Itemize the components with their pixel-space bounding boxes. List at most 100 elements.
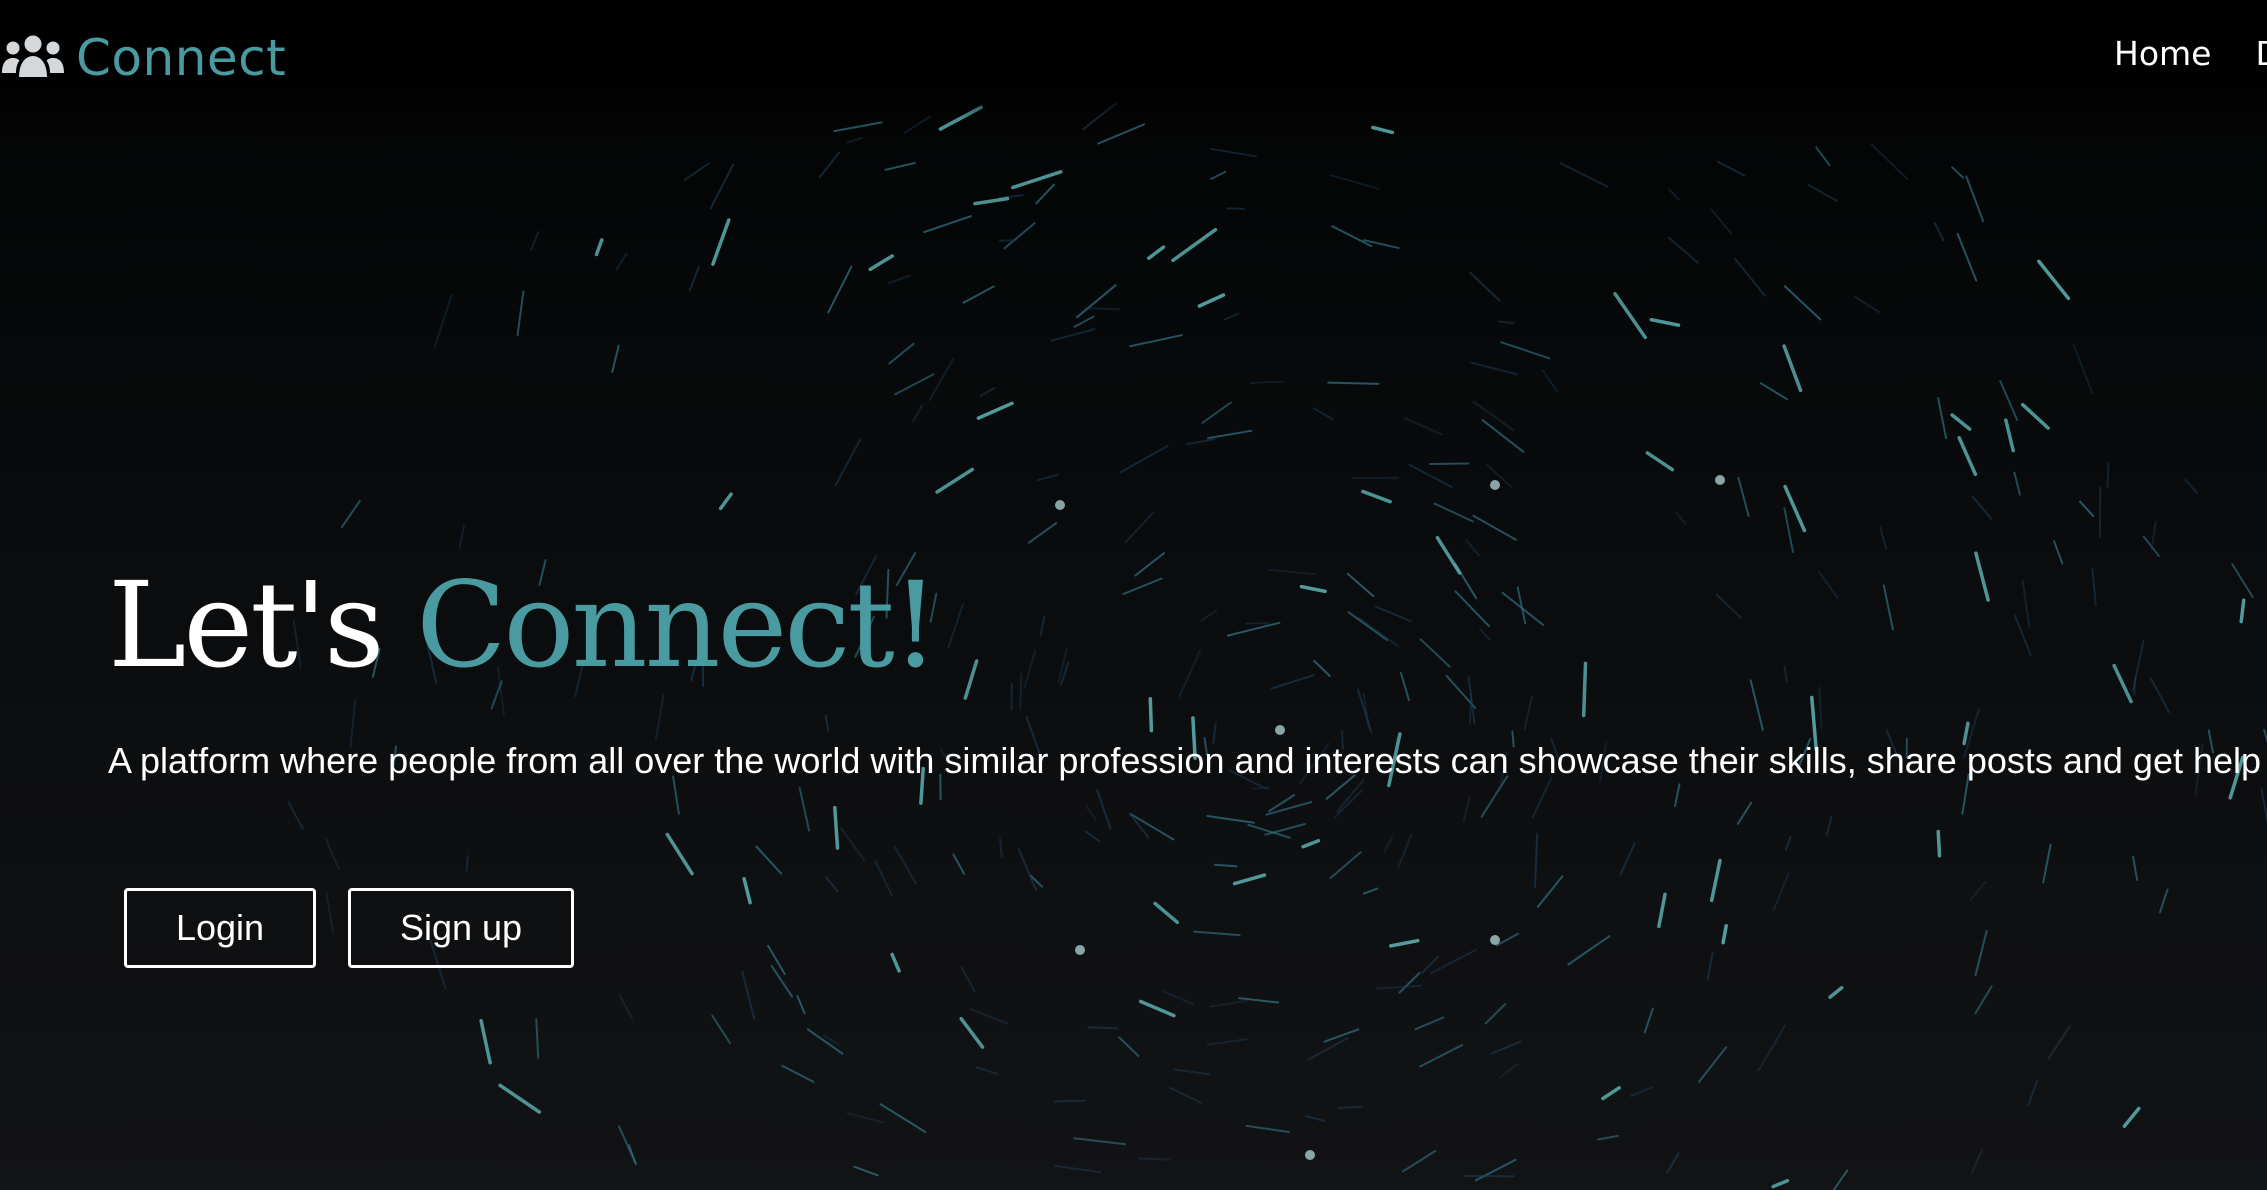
light-streak — [1619, 842, 1636, 876]
light-streak — [479, 1018, 492, 1065]
light-streak — [833, 805, 840, 850]
light-glint — [1715, 475, 1725, 485]
light-streak — [1122, 577, 1163, 595]
light-streak — [1613, 292, 1647, 340]
light-streak — [1249, 380, 1284, 384]
light-glint — [1275, 725, 1285, 735]
light-streak — [1716, 160, 1746, 177]
light-streak — [1784, 835, 1792, 851]
brand-link[interactable]: Connect — [2, 28, 286, 88]
light-glint — [1490, 480, 1500, 490]
light-streak — [1197, 293, 1226, 308]
light-streak — [2133, 675, 2137, 696]
light-streak — [825, 876, 839, 893]
light-streak — [665, 832, 694, 876]
light-streak — [1331, 225, 1373, 248]
light-streak — [433, 294, 453, 348]
light-streak — [1807, 184, 1838, 202]
light-streak — [1951, 166, 1965, 179]
light-streak — [1479, 627, 1491, 641]
light-streak — [684, 162, 711, 181]
light-streak — [1035, 183, 1056, 205]
light-streak — [287, 801, 304, 830]
light-streak — [1974, 985, 1993, 1015]
nav-link-developers[interactable]: Developers — [2255, 34, 2267, 73]
light-streak — [1783, 285, 1822, 321]
light-streak — [1207, 429, 1253, 440]
light-streak — [1709, 858, 1722, 903]
light-streak — [1481, 419, 1525, 453]
light-glint — [1055, 500, 1065, 510]
light-streak — [824, 714, 830, 732]
light-streak — [1668, 188, 1681, 201]
light-streak — [1323, 1028, 1360, 1043]
light-streak — [888, 274, 911, 284]
light-streak — [781, 1064, 815, 1083]
light-streak — [711, 218, 731, 266]
hero-title-accent: Connect! — [416, 556, 939, 694]
light-streak — [1186, 438, 1216, 446]
light-streak — [2047, 1025, 2071, 1060]
light-streak — [963, 659, 979, 700]
light-streak — [947, 603, 964, 649]
light-streak — [1469, 271, 1501, 302]
light-streak — [1500, 341, 1551, 360]
light-streak — [893, 845, 917, 885]
light-streak — [1499, 1062, 1519, 1079]
light-streak — [755, 845, 783, 875]
light-streak — [874, 860, 894, 897]
light-streak — [1383, 835, 1394, 853]
light-streak — [912, 404, 924, 423]
hero-title-part1: Let's — [108, 556, 417, 694]
light-streak — [1629, 1086, 1653, 1097]
light-streak — [2132, 855, 2139, 881]
light-streak — [1828, 986, 1844, 999]
light-streak — [1419, 638, 1451, 668]
light-streak — [1301, 838, 1321, 849]
light-streak — [1267, 568, 1316, 576]
light-streak — [1710, 208, 1732, 235]
light-streak — [1399, 671, 1410, 702]
light-streak — [796, 995, 806, 1015]
light-streak — [1138, 999, 1176, 1018]
light-streak — [688, 265, 700, 292]
light-streak — [1232, 873, 1267, 886]
light-streak — [742, 876, 752, 905]
brand-name: Connect — [76, 29, 287, 87]
light-streak — [975, 1066, 999, 1075]
light-streak — [1645, 451, 1675, 472]
light-streak — [1084, 804, 1097, 821]
light-streak — [2184, 478, 2198, 494]
login-button[interactable]: Login — [124, 888, 316, 968]
light-streak — [960, 966, 976, 993]
light-streak — [1027, 522, 1058, 544]
light-streak — [1484, 1002, 1507, 1025]
light-streak — [2020, 402, 2050, 430]
signup-button[interactable]: Sign up — [348, 888, 574, 968]
light-streak — [1433, 502, 1474, 523]
light-streak — [1757, 1024, 1786, 1072]
light-streak — [1559, 162, 1609, 188]
light-streak — [846, 1112, 884, 1124]
light-streak — [1974, 551, 1990, 602]
light-streak — [325, 892, 334, 934]
light-streak — [618, 1125, 638, 1166]
light-streak — [833, 121, 883, 133]
light-streak — [1374, 605, 1412, 623]
light-streak — [969, 1007, 1009, 1025]
nav-link-home[interactable]: Home — [2114, 34, 2211, 73]
light-streak — [2027, 1080, 2038, 1106]
light-streak — [1305, 1115, 1326, 1122]
light-streak — [1462, 795, 1471, 823]
light-streak — [1076, 284, 1117, 319]
light-streak — [1224, 312, 1240, 321]
light-streak — [1815, 146, 1831, 167]
light-streak — [1472, 400, 1515, 432]
light-streak — [1643, 1007, 1654, 1034]
light-streak — [2079, 500, 2095, 518]
light-streak — [1327, 381, 1380, 385]
light-streak — [1329, 174, 1380, 190]
light-streak — [1312, 407, 1334, 421]
light-streak — [879, 1103, 927, 1133]
light-streak — [2112, 663, 2133, 704]
